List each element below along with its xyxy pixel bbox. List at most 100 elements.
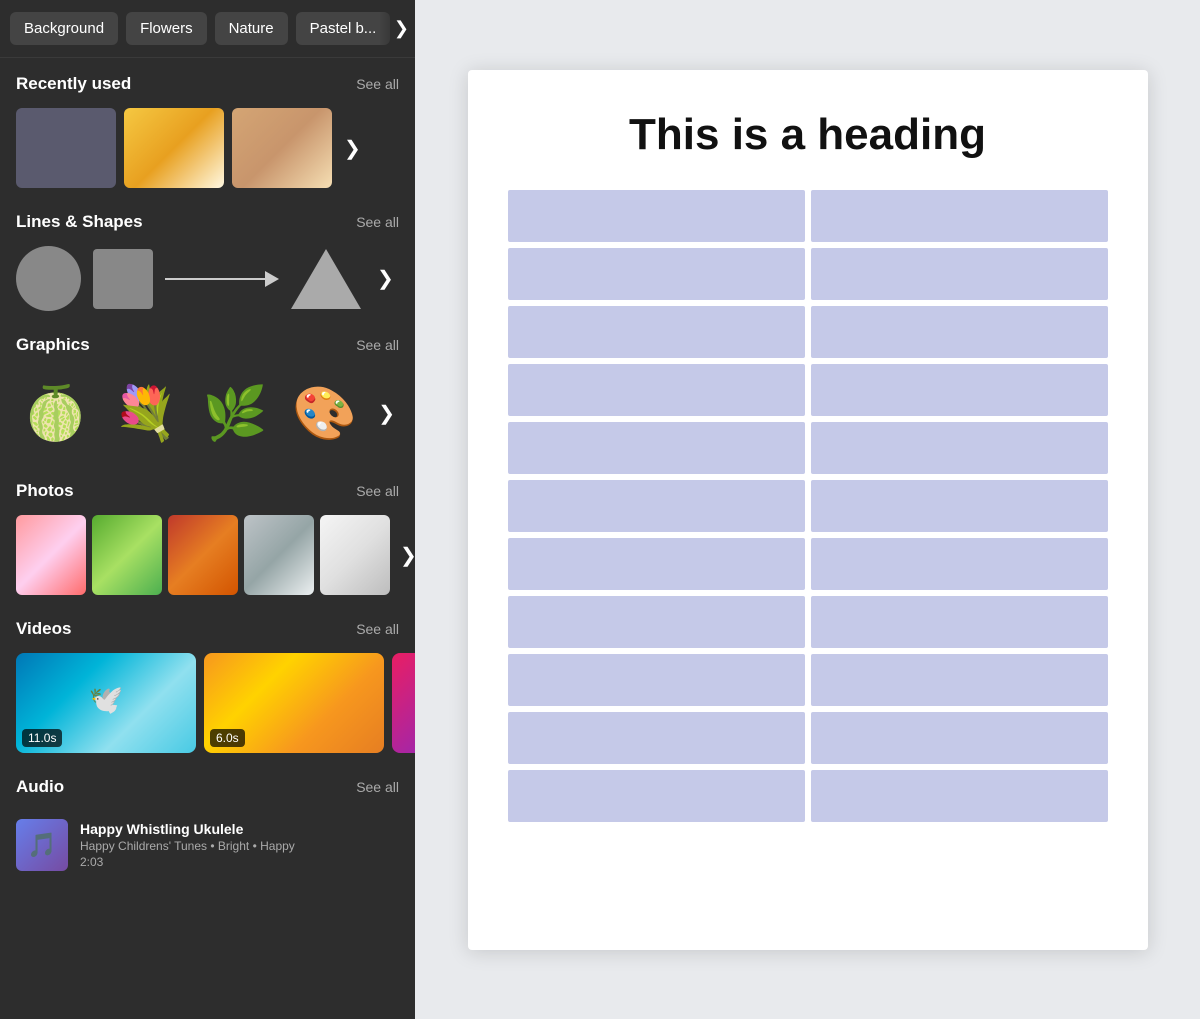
audio-track-subtitle: Happy Childrens' Tunes • Bright • Happy <box>80 839 399 853</box>
photos-row: ❯ <box>16 515 399 595</box>
table-cell <box>508 654 805 706</box>
tag-nature[interactable]: Nature <box>215 12 288 45</box>
table-cell <box>811 770 1108 822</box>
table-cell <box>508 596 805 648</box>
shape-square <box>93 249 153 309</box>
photos-see-all[interactable]: See all <box>356 483 399 499</box>
left-panel: Background Flowers Nature Pastel b... ❯ … <box>0 0 415 1019</box>
arrow-head <box>265 271 279 287</box>
shapes-row: ❯ <box>16 246 399 311</box>
photo-flower[interactable] <box>16 515 86 595</box>
audio-see-all[interactable]: See all <box>356 779 399 795</box>
table-cell <box>811 654 1108 706</box>
photo-outdoor[interactable] <box>92 515 162 595</box>
audio-track-title: Happy Whistling Ukulele <box>80 821 399 837</box>
recently-used-chevron[interactable]: ❯ <box>340 136 365 161</box>
document-heading: This is a heading <box>629 110 986 160</box>
table-cell <box>508 248 805 300</box>
table-cell <box>508 770 805 822</box>
audio-item[interactable]: 🎵 Happy Whistling Ukulele Happy Children… <box>16 811 399 879</box>
video-duration-1: 11.0s <box>22 729 62 747</box>
table-cell <box>508 306 805 358</box>
canvas-document: This is a heading <box>468 70 1148 950</box>
shape-arrow-item[interactable] <box>165 271 279 287</box>
graphic-flowers[interactable]: 💐 <box>106 369 186 457</box>
videos-title: Videos <box>16 619 71 639</box>
photo-sunset[interactable] <box>168 515 238 595</box>
table-cell <box>811 538 1108 590</box>
table-cell <box>811 364 1108 416</box>
shape-triangle-item[interactable] <box>291 249 361 309</box>
table-cell <box>811 306 1108 358</box>
graphic-leaf[interactable]: 🌿 <box>195 369 275 457</box>
graphics-row: 🍈 💐 🌿 🎨 ❯ <box>16 369 399 457</box>
audio-header: Audio See all <box>16 777 399 797</box>
recent-thumb-food[interactable] <box>124 108 224 188</box>
table-grid <box>508 190 1108 822</box>
table-cell <box>508 538 805 590</box>
photos-section: Photos See all ❯ <box>0 465 415 603</box>
recently-used-section: Recently used See all ❯ <box>0 58 415 196</box>
photos-header: Photos See all <box>16 481 399 501</box>
recent-thumb-empty[interactable] <box>16 108 116 188</box>
table-cell <box>508 712 805 764</box>
tag-flowers[interactable]: Flowers <box>126 12 207 45</box>
videos-see-all[interactable]: See all <box>356 621 399 637</box>
video-fire[interactable]: 6.0s <box>204 653 384 753</box>
graphics-see-all[interactable]: See all <box>356 337 399 353</box>
table-cell <box>508 190 805 242</box>
recently-used-header: Recently used See all <box>16 74 399 94</box>
shape-square-item[interactable] <box>93 249 153 309</box>
audio-section: Audio See all 🎵 Happy Whistling Ukulele … <box>0 761 415 887</box>
tags-chevron-right[interactable]: ❯ <box>379 0 415 57</box>
lines-shapes-title: Lines & Shapes <box>16 212 143 232</box>
shape-circle-item[interactable] <box>16 246 81 311</box>
photo-abstract[interactable] <box>320 515 390 595</box>
lines-shapes-header: Lines & Shapes See all <box>16 212 399 232</box>
photos-chevron[interactable]: ❯ <box>396 543 415 568</box>
photo-portrait[interactable] <box>244 515 314 595</box>
table-cell <box>811 422 1108 474</box>
right-area: This is a heading <box>415 0 1200 1019</box>
video-partial[interactable] <box>392 653 415 753</box>
photos-title: Photos <box>16 481 74 501</box>
videos-section: Videos See all 🕊️ 11.0s 6.0s ❯ <box>0 603 415 761</box>
table-cell <box>811 596 1108 648</box>
table-cell <box>508 480 805 532</box>
videos-row: 🕊️ 11.0s 6.0s ❯ <box>16 653 399 753</box>
recently-used-see-all[interactable]: See all <box>356 76 399 92</box>
video-duration-2: 6.0s <box>210 729 245 747</box>
graphics-chevron[interactable]: ❯ <box>374 401 399 426</box>
table-cell <box>811 480 1108 532</box>
audio-info: Happy Whistling Ukulele Happy Childrens'… <box>80 821 399 869</box>
videos-header: Videos See all <box>16 619 399 639</box>
graphics-title: Graphics <box>16 335 90 355</box>
graphic-papaya[interactable]: 🍈 <box>16 369 96 457</box>
table-cell <box>811 248 1108 300</box>
shapes-chevron[interactable]: ❯ <box>373 266 398 291</box>
table-cell <box>508 422 805 474</box>
recently-used-title: Recently used <box>16 74 131 94</box>
video-ocean[interactable]: 🕊️ 11.0s <box>16 653 196 753</box>
tag-background[interactable]: Background <box>10 12 118 45</box>
table-cell <box>508 364 805 416</box>
tag-pastel[interactable]: Pastel b... <box>296 12 391 45</box>
recently-used-row: ❯ <box>16 108 399 188</box>
arrow-line <box>165 278 265 280</box>
lines-shapes-see-all[interactable]: See all <box>356 214 399 230</box>
recent-thumb-drink[interactable] <box>232 108 332 188</box>
shape-circle <box>16 246 81 311</box>
audio-track-duration: 2:03 <box>80 855 399 869</box>
shape-arrow <box>165 271 279 287</box>
table-cell <box>811 190 1108 242</box>
graphics-header: Graphics See all <box>16 335 399 355</box>
graphics-section: Graphics See all 🍈 💐 🌿 🎨 ❯ <box>0 319 415 465</box>
table-cell <box>811 712 1108 764</box>
audio-title: Audio <box>16 777 64 797</box>
audio-thumbnail: 🎵 <box>16 819 68 871</box>
lines-shapes-section: Lines & Shapes See all ❯ <box>0 196 415 319</box>
tags-row: Background Flowers Nature Pastel b... ❯ <box>0 0 415 58</box>
shape-triangle <box>291 249 361 309</box>
video-bird-icon: 🕊️ <box>89 683 124 716</box>
graphic-art[interactable]: 🎨 <box>285 369 365 457</box>
